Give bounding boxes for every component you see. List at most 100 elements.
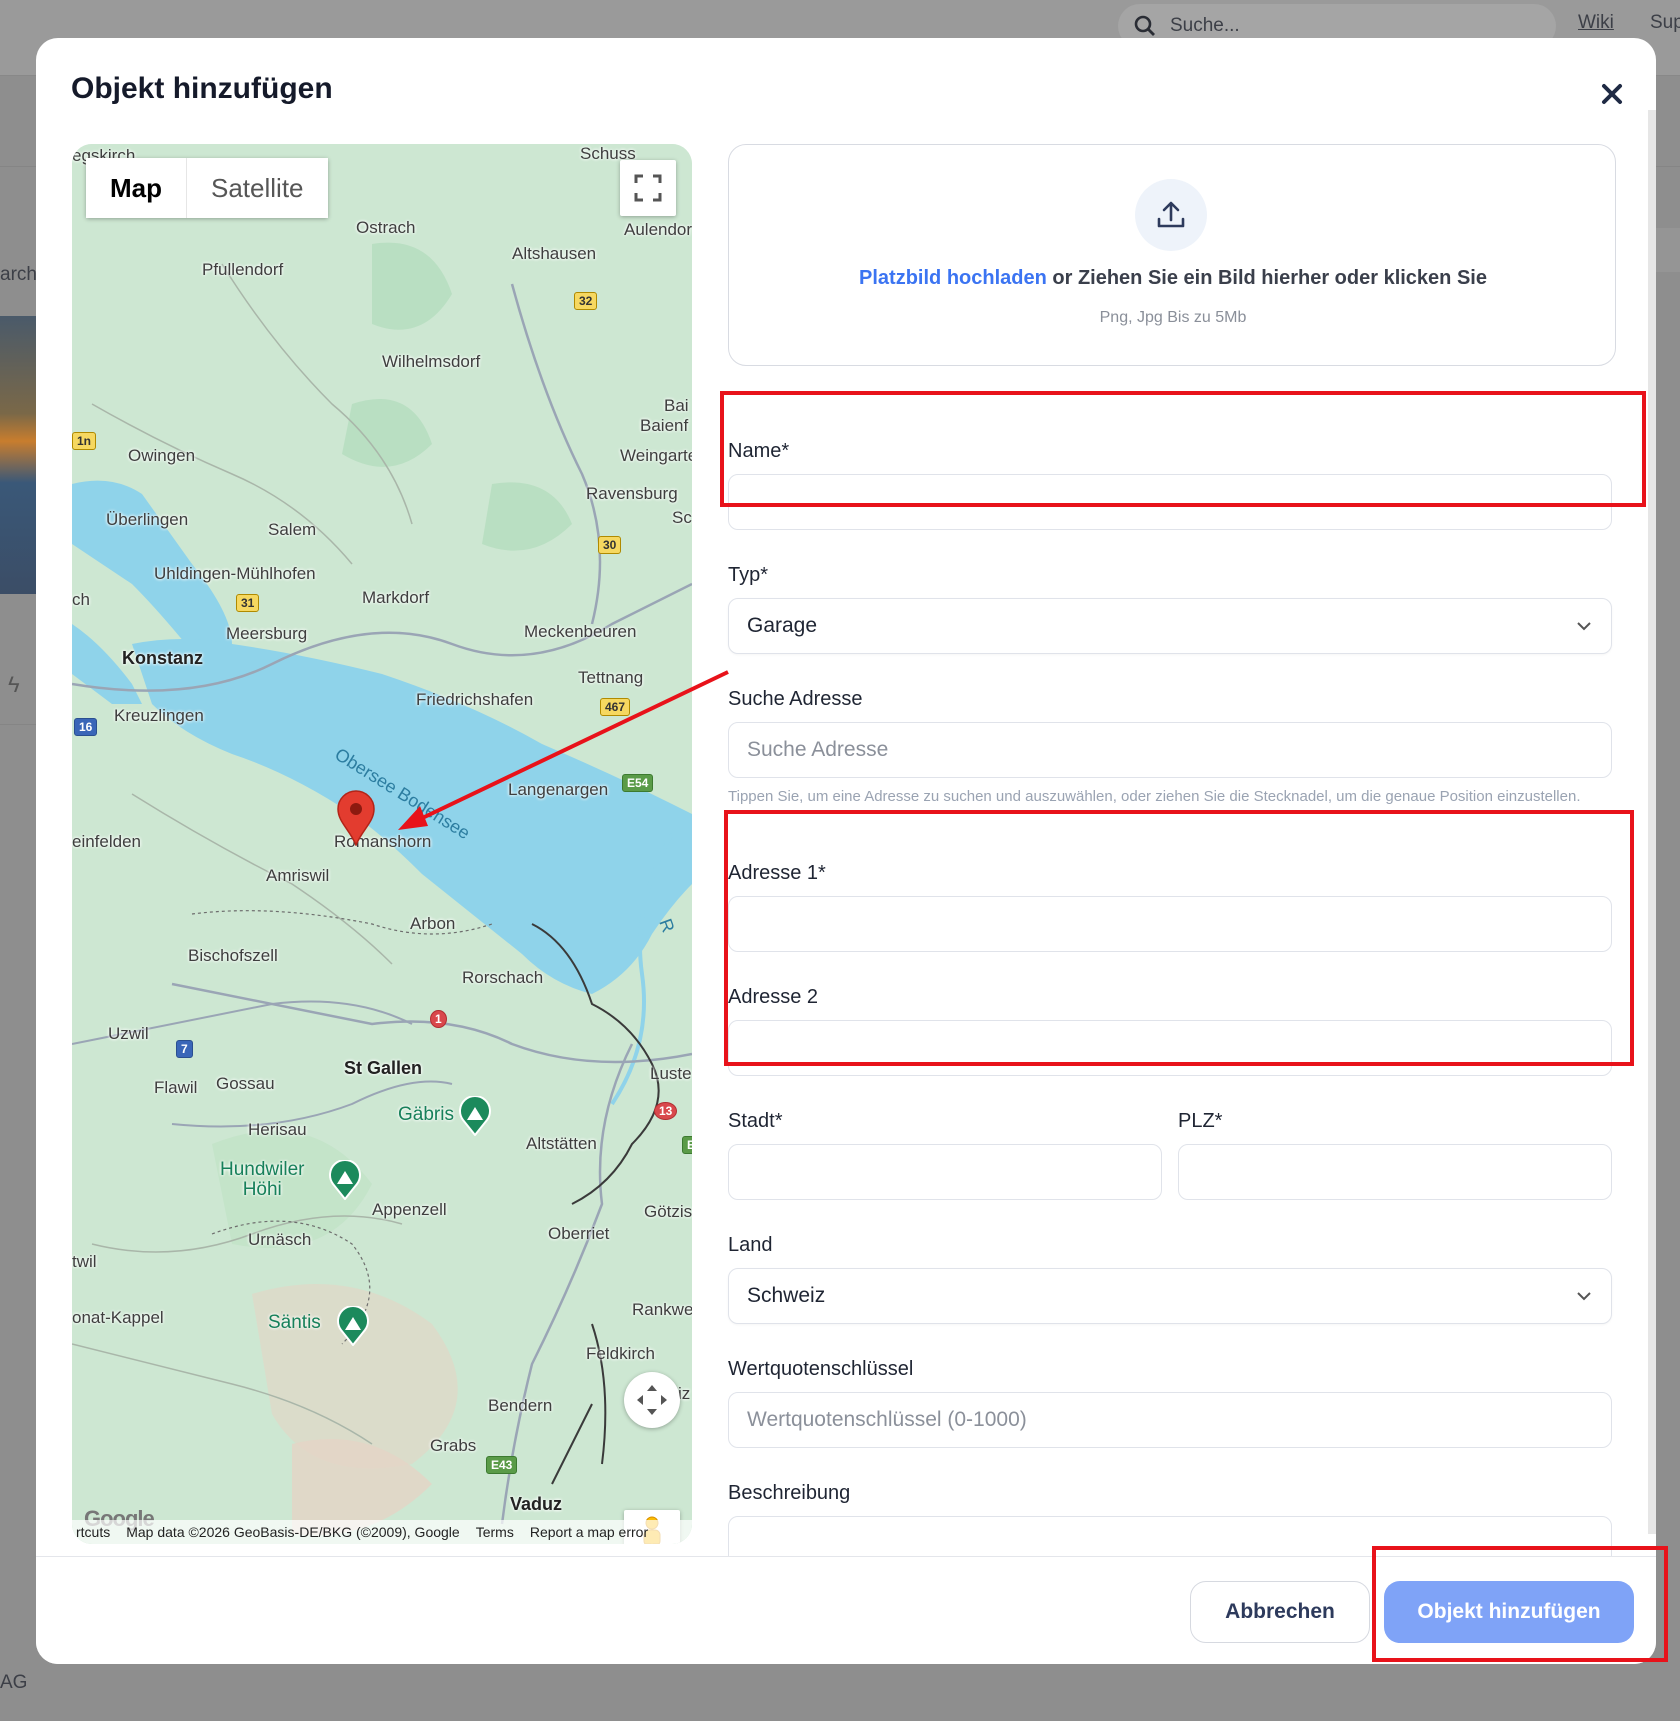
map-peak-label: Hundwiler Höhi <box>220 1159 305 1200</box>
country-select-value: Schweiz <box>747 1284 826 1307</box>
annotation-highlight-address <box>724 810 1634 1066</box>
keyboard-shortcuts-link[interactable]: rtcuts <box>76 1524 110 1540</box>
report-map-error-link[interactable]: Report a map error <box>530 1524 648 1540</box>
map-view[interactable]: egskirch Schuss Ostrach Aulendor Pfullen… <box>72 144 692 1544</box>
search-address-label: Suche Adresse <box>728 688 863 710</box>
fullscreen-icon <box>634 174 662 202</box>
map-place-label: Salem <box>268 520 317 539</box>
map-place-label: Rorschach <box>462 968 544 987</box>
fullscreen-button[interactable] <box>620 160 676 216</box>
map-place-label: Götzis <box>644 1202 692 1221</box>
map-place-label: Oberriet <box>548 1224 610 1243</box>
map-type-satellite-button[interactable]: Satellite <box>187 158 328 218</box>
map-place-label: Konstanz <box>122 648 203 668</box>
country-select[interactable]: Schweiz <box>728 1268 1612 1324</box>
map-place-label: twil <box>72 1252 97 1271</box>
upload-format-hint: Png, Jpg Bis zu 5Mb <box>1099 309 1247 326</box>
map-place-label: Feldkirch <box>586 1344 655 1363</box>
city-label: Stadt* <box>728 1110 783 1132</box>
map-place-label: Baienf <box>640 416 689 435</box>
map-place-label: Amriswil <box>266 866 330 885</box>
description-label: Beschreibung <box>728 1482 851 1504</box>
map-place-label: Weingarte <box>620 446 692 465</box>
map-place-label: Appenzell <box>372 1200 447 1219</box>
background-footer-fragment: AG <box>0 1672 28 1693</box>
zip-input[interactable] <box>1178 1144 1612 1200</box>
map-place-label: Ravensburg <box>586 484 678 503</box>
background-tab <box>1652 228 1680 272</box>
search-address-helper: Tippen Sie, um eine Adresse zu suchen un… <box>728 788 1581 805</box>
close-button[interactable] <box>1596 78 1628 110</box>
map-place-label: Uzwil <box>108 1024 149 1043</box>
mountain-icon <box>337 1306 369 1346</box>
search-address-input[interactable] <box>728 722 1612 778</box>
upload-image-link[interactable]: Platzbild hochladen <box>859 267 1047 289</box>
map-place-label: Luste <box>650 1064 692 1083</box>
map-peak-label: Säntis <box>268 1312 321 1333</box>
modal-scrollbar[interactable] <box>1648 110 1656 1534</box>
road-shield: 1n <box>72 432 97 450</box>
background-thumbnail <box>0 316 36 594</box>
map-place-label: Arbon <box>410 914 456 933</box>
background-search-placeholder: Suche... <box>1170 15 1240 36</box>
map-data-attribution: Map data ©2026 GeoBasis-DE/BKG (©2009), … <box>126 1524 460 1540</box>
modal-title: Objekt hinzufügen <box>71 72 333 105</box>
city-input[interactable] <box>728 1144 1162 1200</box>
map-place-label: Gossau <box>216 1074 275 1093</box>
map-place-label: Urnäsch <box>248 1230 312 1249</box>
map-place-label: Kreuzlingen <box>114 706 204 725</box>
cancel-button[interactable]: Abbrechen <box>1190 1581 1370 1643</box>
map-place-label: Meersburg <box>226 624 308 643</box>
location-pin-icon[interactable] <box>336 790 376 846</box>
map-place-label: Aulendor <box>624 220 692 239</box>
chevron-down-icon <box>1577 1292 1591 1301</box>
map-place-label: einfelden <box>72 832 142 851</box>
road-shield: 30 <box>598 536 622 554</box>
map-place-label: Grabs <box>430 1436 477 1455</box>
road-shield: 32 <box>574 292 598 310</box>
annotation-highlight-name <box>720 391 1646 507</box>
chevron-down-icon <box>1577 622 1591 631</box>
map-place-label: Friedrichshafen <box>416 690 534 709</box>
road-shield: 1 <box>430 1010 447 1028</box>
map-place-label: Bendern <box>488 1396 553 1415</box>
road-shield: E43 <box>486 1456 518 1474</box>
quota-label: Wertquotenschlüssel <box>728 1358 914 1380</box>
quota-input[interactable] <box>728 1392 1612 1448</box>
map-place-label: Altshausen <box>512 244 597 263</box>
bolt-icon: ϟ <box>8 672 20 697</box>
map-place-label: Uhldingen-Mühlhofen <box>154 564 316 583</box>
mountain-icon <box>459 1096 491 1136</box>
close-icon <box>1602 84 1622 104</box>
map-terms-link[interactable]: Terms <box>476 1524 514 1540</box>
type-label: Typ* <box>728 564 769 586</box>
road-shield: 467 <box>600 698 631 716</box>
map-place-label: Ostrach <box>356 218 416 237</box>
map-place-label: Tettnang <box>578 668 644 687</box>
road-shield: 16 <box>74 718 98 736</box>
background-divider <box>0 724 36 725</box>
image-upload-dropzone[interactable]: Platzbild hochladen or Ziehen Sie ein Bi… <box>728 144 1616 366</box>
pan-control-button[interactable] <box>624 1372 680 1428</box>
search-icon <box>1134 15 1155 36</box>
road-shield: E54 <box>622 774 654 792</box>
type-select[interactable]: Garage <box>728 598 1612 654</box>
map-type-map-button[interactable]: Map <box>86 158 187 218</box>
map-place-label: ch <box>72 590 90 609</box>
map-place-label: Wilhelmsdorf <box>382 352 481 371</box>
background-link-support: Sup <box>1650 12 1680 33</box>
map-place-label: Herisau <box>248 1120 307 1139</box>
map-place-label: St Gallen <box>344 1058 423 1078</box>
road-shield: 31 <box>236 594 260 612</box>
upload-icon <box>1135 179 1207 251</box>
annotation-highlight-submit <box>1372 1546 1668 1662</box>
map-place-label: Markdorf <box>362 588 430 607</box>
background-fragment: arch <box>0 264 37 285</box>
map-place-label: Altstätten <box>526 1134 597 1153</box>
map-place-label: Langenargen <box>508 780 609 799</box>
map-place-label: Pfullendorf <box>202 260 284 279</box>
map-place-label: Bai <box>664 396 689 415</box>
country-label: Land <box>728 1234 773 1256</box>
zip-label: PLZ* <box>1178 1110 1223 1132</box>
upload-instruction-rest: or Ziehen Sie ein Bild hierher oder klic… <box>1046 267 1487 289</box>
